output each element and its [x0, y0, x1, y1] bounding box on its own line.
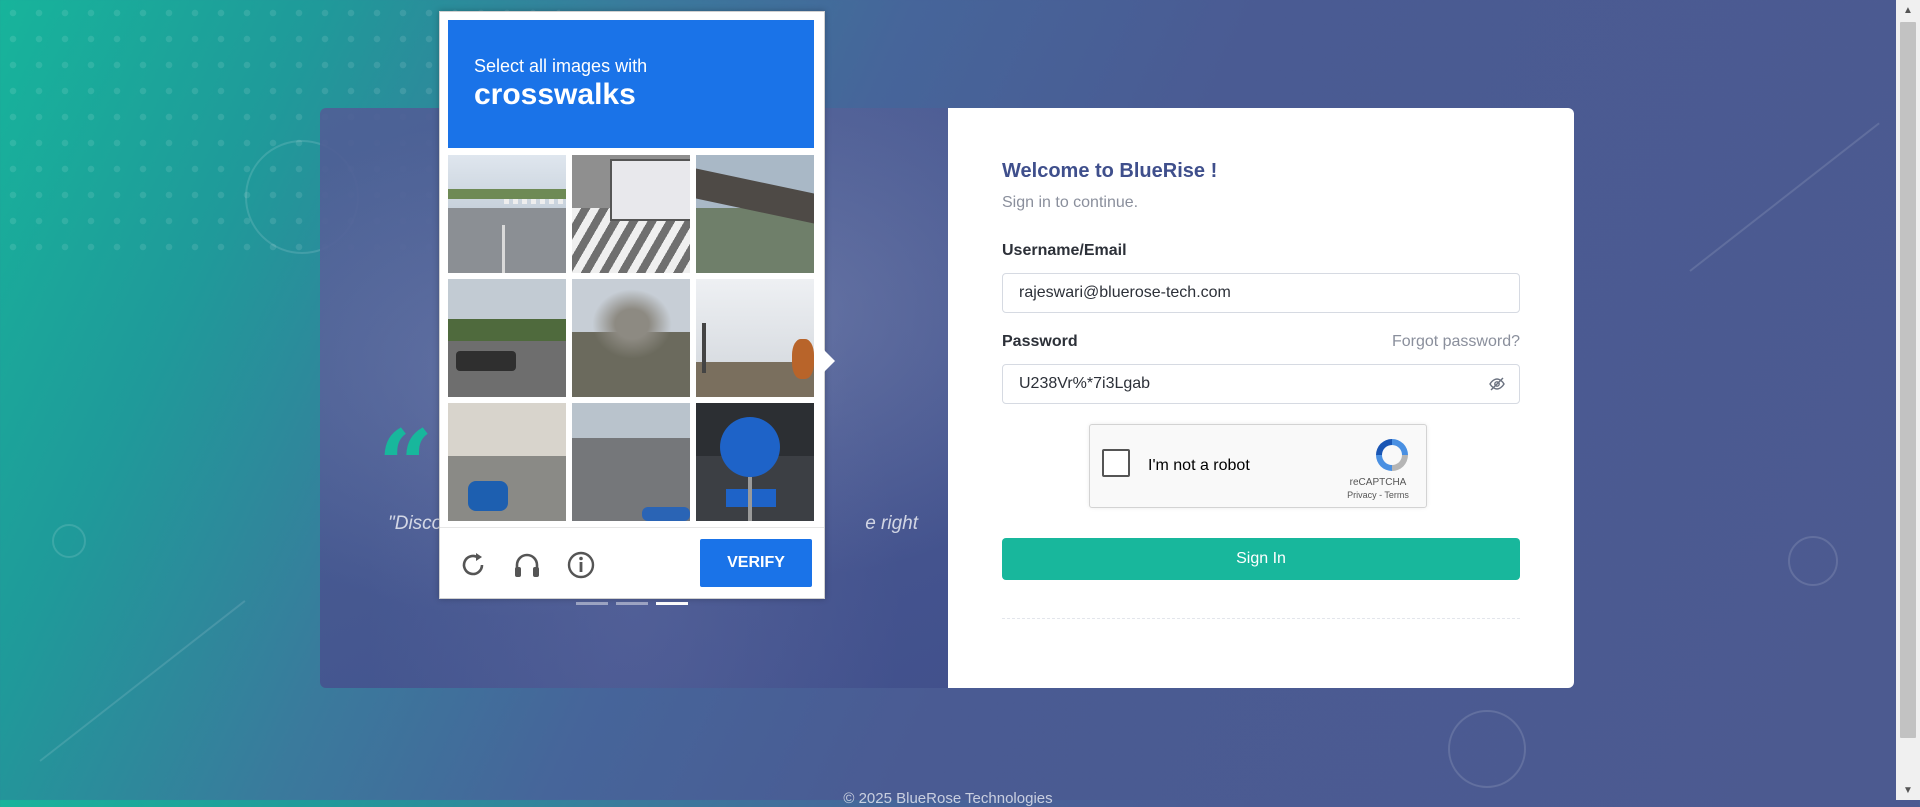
scrollbar-thumb[interactable]: [1900, 22, 1916, 738]
captcha-tile-1[interactable]: [448, 155, 566, 273]
audio-headphones-icon[interactable]: [512, 550, 542, 580]
scroll-up-arrow-icon[interactable]: ▲: [1896, 0, 1920, 20]
signin-subtitle: Sign in to continue.: [1002, 194, 1139, 211]
background-ring: [1788, 536, 1838, 586]
quote-icon: “: [378, 409, 434, 522]
carousel-indicators: [576, 602, 688, 605]
carousel-indicator[interactable]: [616, 602, 648, 605]
username-input[interactable]: rajeswari@bluerose-tech.com: [1002, 273, 1520, 313]
password-input[interactable]: U238Vr%*7i3Lgab: [1002, 364, 1520, 404]
background-line: [39, 600, 246, 762]
quote-text-start: "Disco: [388, 513, 443, 534]
recaptcha-widget: I'm not a robot reCAPTCHA Privacy - Term…: [1089, 424, 1427, 508]
info-icon[interactable]: [566, 550, 596, 580]
password-label: Password: [1002, 333, 1078, 350]
username-label: Username/Email: [1002, 242, 1127, 259]
scroll-down-arrow-icon[interactable]: ▼: [1896, 780, 1920, 800]
captcha-target: crosswalks: [474, 78, 636, 111]
background-ring: [1448, 710, 1526, 788]
captcha-tile-2[interactable]: [572, 155, 690, 273]
captcha-image-grid: [448, 155, 814, 521]
footer-copyright: © 2025 BlueRose Technologies: [843, 790, 1053, 807]
captcha-challenge-popup: Select all images with crosswalks VERIFY: [439, 11, 835, 599]
signin-button[interactable]: Sign In: [1002, 538, 1520, 580]
captcha-tile-5[interactable]: [572, 279, 690, 397]
eye-off-icon[interactable]: [1489, 376, 1505, 392]
recaptcha-brand-text: reCAPTCHA: [1349, 477, 1407, 488]
forgot-password-link[interactable]: Forgot password?: [1392, 333, 1520, 351]
captcha-tile-4[interactable]: [448, 279, 566, 397]
reload-icon[interactable]: [458, 550, 488, 580]
welcome-heading: Welcome to BlueRise !: [1002, 160, 1218, 182]
captcha-instruction: Select all images with: [474, 56, 648, 76]
recaptcha-label: I'm not a robot: [1148, 457, 1250, 474]
captcha-tile-6[interactable]: [696, 279, 814, 397]
carousel-indicator-active[interactable]: [656, 602, 688, 605]
captcha-tile-7[interactable]: [448, 403, 566, 521]
captcha-tile-9[interactable]: [696, 403, 814, 521]
background-line: [1689, 122, 1880, 272]
captcha-tile-8[interactable]: [572, 403, 690, 521]
captcha-footer: VERIFY: [440, 527, 824, 598]
captcha-header: Select all images with crosswalks: [448, 20, 814, 148]
recaptcha-logo-icon: [1376, 439, 1408, 471]
username-value: rajeswari@bluerose-tech.com: [1019, 284, 1231, 301]
verify-button[interactable]: VERIFY: [700, 539, 812, 587]
divider: [1002, 618, 1520, 619]
page-scrollbar[interactable]: ▲ ▼: [1896, 0, 1920, 800]
quote-text-end: e right: [865, 513, 918, 534]
login-card: Welcome to BlueRise ! Sign in to continu…: [948, 108, 1574, 688]
password-value: U238Vr%*7i3Lgab: [1019, 375, 1151, 392]
carousel-indicator[interactable]: [576, 602, 608, 605]
recaptcha-brand: reCAPTCHA Privacy - Terms: [1338, 477, 1418, 501]
captcha-tile-3[interactable]: [696, 155, 814, 273]
recaptcha-privacy-terms[interactable]: Privacy - Terms: [1338, 489, 1418, 501]
recaptcha-checkbox[interactable]: [1102, 449, 1130, 477]
background-ring: [52, 524, 86, 558]
